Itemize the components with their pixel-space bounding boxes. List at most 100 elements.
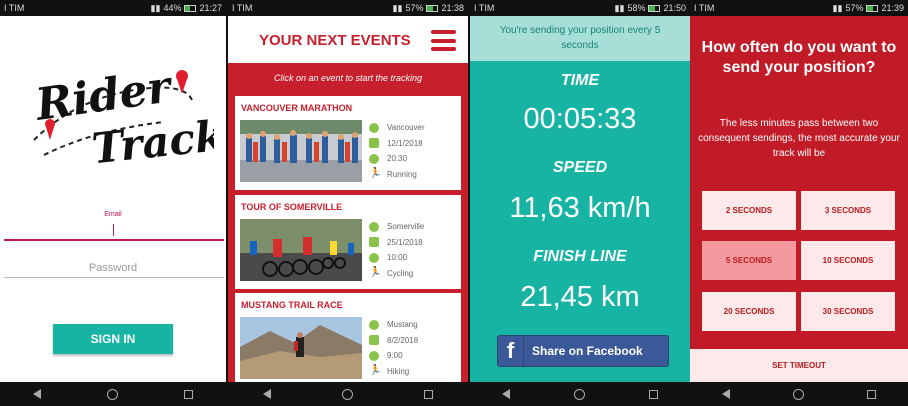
share-facebook-label: Share on Facebook — [532, 344, 643, 358]
password-underline — [4, 277, 224, 278]
menu-icon[interactable] — [431, 30, 456, 51]
event-sport: Running — [387, 169, 417, 179]
back-icon[interactable] — [502, 389, 510, 399]
signal-icon: ▮▮ — [832, 3, 843, 13]
speed-label: SPEED — [552, 159, 608, 176]
events-screen: I TIM ▮▮ 57% 21:38 YOUR NEXT EVENTS Clic… — [228, 0, 468, 406]
signal-icon: ▮▮ — [392, 3, 403, 13]
carrier-label: I TIM — [694, 3, 715, 13]
speed-value: 11,63 km/h — [509, 192, 651, 224]
event-location: Vancouver — [387, 123, 425, 133]
event-time: 9:00 — [387, 351, 403, 361]
battery-icon — [184, 4, 197, 12]
event-date: 25/1/2018 — [387, 237, 423, 247]
running-icon: 🏃 — [369, 365, 382, 377]
event-sport: Cycling — [387, 268, 414, 278]
trail-photo — [240, 317, 362, 379]
option-5-seconds[interactable]: 5 SECONDS — [702, 241, 796, 280]
carrier-label: I TIM — [232, 3, 253, 13]
clock-icon — [369, 153, 379, 164]
recent-apps-icon[interactable] — [867, 389, 877, 399]
home-icon[interactable] — [107, 388, 118, 400]
battery-percent: 58% — [627, 3, 646, 13]
cycling-photo — [240, 219, 362, 281]
battery-percent: 57% — [845, 3, 864, 13]
page-title: YOUR NEXT EVENTS — [259, 32, 411, 49]
text-cursor — [113, 224, 114, 236]
calendar-icon — [369, 335, 379, 346]
events-header: YOUR NEXT EVENTS — [228, 16, 468, 63]
nav-bar — [470, 382, 690, 406]
set-timeout-button[interactable]: SET TIMEOUT — [690, 349, 908, 382]
password-field[interactable]: Password — [0, 262, 226, 274]
interval-subtitle: The less minutes pass between two conseq… — [698, 118, 900, 159]
battery-icon — [426, 4, 439, 12]
recent-apps-icon[interactable] — [423, 389, 433, 399]
status-bar: I TIM ▮▮ 44% 21:27 — [0, 0, 226, 16]
location-icon — [369, 221, 379, 232]
back-icon[interactable] — [263, 389, 272, 399]
recent-apps-icon[interactable] — [649, 389, 658, 399]
event-card[interactable]: VANCOUVER MARATHON Vancouver 12/1/2018 2… — [235, 96, 461, 190]
nav-bar — [690, 382, 908, 406]
option-3-seconds[interactable]: 3 SECONDS — [801, 191, 895, 230]
battery-icon — [648, 4, 661, 12]
marathon-photo — [240, 120, 362, 182]
location-icon — [369, 122, 379, 133]
nav-bar — [228, 382, 468, 406]
finish-line-label: FINISH LINE — [533, 248, 627, 265]
option-20-seconds[interactable]: 20 SECONDS — [702, 292, 796, 331]
clock: 21:27 — [199, 3, 222, 13]
signal-icon: ▮▮ — [150, 3, 161, 13]
clock-icon — [369, 350, 379, 361]
ridertrack-logo: Rider Track — [31, 61, 214, 170]
sign-in-button[interactable]: SIGN IN — [53, 324, 173, 354]
battery-percent: 57% — [405, 3, 424, 13]
home-icon[interactable] — [341, 388, 353, 400]
back-icon[interactable] — [721, 389, 730, 399]
event-card[interactable]: MUSTANG TRAIL RACE Mustang 8/2/2018 9:00… — [235, 293, 461, 387]
running-icon: 🏃 — [369, 168, 382, 180]
recent-apps-icon[interactable] — [184, 389, 193, 399]
event-date: 12/1/2018 — [387, 138, 423, 148]
login-screen: I TIM ▮▮ 44% 21:27 Rider Track Email Pas… — [0, 0, 226, 406]
home-icon[interactable] — [574, 388, 585, 400]
carrier-label: I TIM — [4, 3, 25, 13]
event-card[interactable]: TOUR OF SOMERVILLE Somerville 25/1/2018 … — [235, 195, 461, 289]
calendar-icon — [369, 138, 379, 149]
option-2-seconds[interactable]: 2 SECONDS — [702, 191, 796, 230]
app-screenshots: I TIM ▮▮ 44% 21:27 Rider Track Email Pas… — [0, 0, 908, 406]
email-label: Email — [104, 211, 122, 218]
event-name: VANCOUVER MARATHON — [241, 103, 353, 113]
sending-tip: You're sending your position every 5 sec… — [470, 16, 690, 61]
time-value: 00:05:33 — [523, 103, 637, 135]
events-hint: Click on an event to start the tracking — [273, 73, 423, 83]
nav-bar — [0, 382, 226, 406]
clock: 21:38 — [441, 3, 464, 13]
interval-screen: I TIM ▮▮ 57% 21:39 How often do you want… — [690, 0, 908, 406]
facebook-icon: f — [498, 336, 524, 366]
status-bar: I TIM ▮▮ 57% 21:39 — [690, 0, 908, 16]
interval-question: How often do you want to send your posit… — [701, 39, 897, 76]
event-date: 8/2/2018 — [387, 335, 419, 345]
carrier-label: I TIM — [474, 3, 495, 13]
event-time: 10:00 — [387, 253, 408, 263]
event-sport: Hiking — [387, 366, 410, 376]
running-icon: 🏃 — [369, 267, 382, 279]
email-field[interactable] — [4, 239, 224, 241]
event-location: Mustang — [387, 320, 418, 330]
event-time: 20:30 — [387, 154, 408, 164]
location-icon — [369, 319, 379, 330]
time-label: TIME — [560, 72, 600, 89]
calendar-icon — [369, 237, 379, 248]
tracking-screen: I TIM ▮▮ 58% 21:50 You're sending your p… — [470, 0, 690, 406]
home-icon[interactable] — [792, 388, 804, 400]
clock: 21:39 — [881, 3, 904, 13]
finish-line-value: 21,45 km — [520, 281, 640, 313]
option-30-seconds[interactable]: 30 SECONDS — [801, 292, 895, 331]
event-name: TOUR OF SOMERVILLE — [241, 202, 343, 212]
back-icon[interactable] — [33, 389, 41, 399]
event-location: Somerville — [387, 222, 425, 232]
option-10-seconds[interactable]: 10 SECONDS — [801, 241, 895, 280]
share-facebook-button[interactable]: f Share on Facebook — [497, 335, 669, 367]
